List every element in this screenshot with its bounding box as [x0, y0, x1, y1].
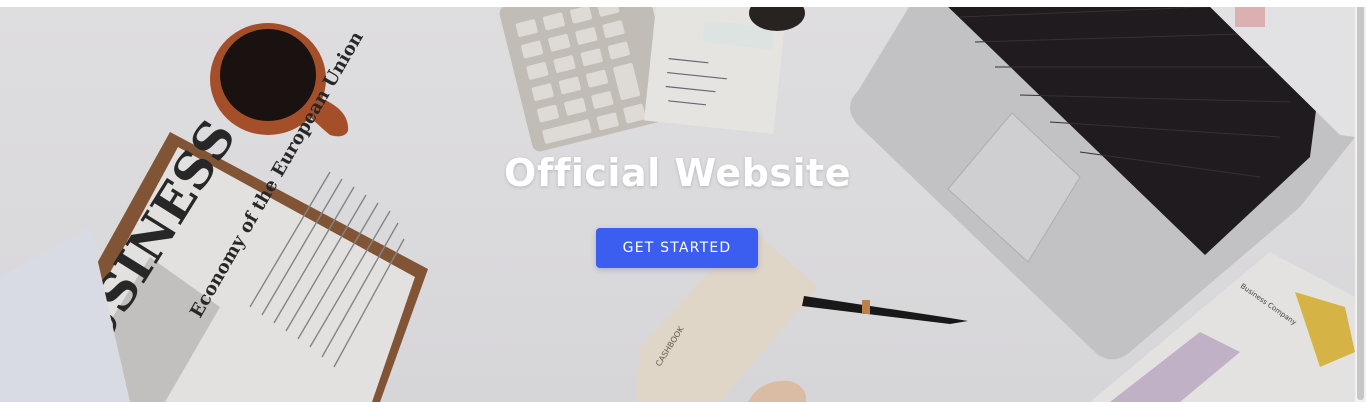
top-strip [0, 0, 1366, 7]
hero-content: Official Website GET STARTED [0, 7, 1355, 402]
hero-section: BUSINESS Economy of the European Union C… [0, 7, 1355, 402]
page-scrollbar[interactable] [1355, 0, 1366, 402]
page: BUSINESS Economy of the European Union C… [0, 0, 1366, 402]
scrollbar-thumb[interactable] [1357, 2, 1364, 400]
get-started-button[interactable]: GET STARTED [596, 228, 758, 268]
hero-title: Official Website [504, 151, 851, 195]
